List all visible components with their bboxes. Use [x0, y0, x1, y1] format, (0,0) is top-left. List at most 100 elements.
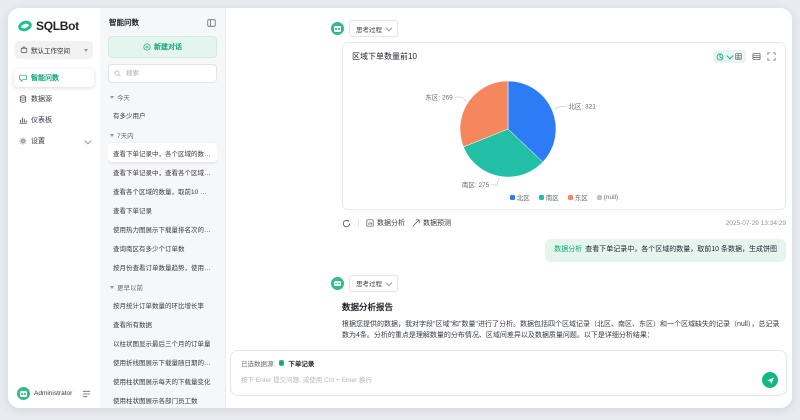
chat-history-item[interactable]: 有多少用户 [108, 105, 217, 124]
table-view-icon[interactable] [734, 52, 743, 61]
fullscreen-icon[interactable] [767, 52, 776, 61]
chat-history-item[interactable]: 查看下单记录中，各个区域的数量… [108, 143, 217, 162]
sidebar-item-label: 设置 [31, 138, 45, 145]
user-avatar [17, 387, 30, 400]
datasource-icon [278, 359, 285, 367]
caret-down-icon [84, 48, 88, 52]
main-chat-area: 思考过程 区域下单数量前10 北区: 321 南区: 275 东区: 269 北… [226, 8, 792, 408]
legend-item[interactable]: 东区 [567, 192, 588, 202]
assistant-avatar [331, 22, 344, 35]
datasource-name: 下单记录 [288, 361, 315, 368]
data-predict-button[interactable]: 数据预测 [412, 218, 451, 228]
chat-history-item[interactable]: 使用柱状图展示各部门员工数 [108, 390, 217, 408]
report-paragraph: 根据您提供的数据，我对字段"区域"和"数量"进行了分析。数据包括四个区域记录（北… [342, 320, 780, 340]
chevron-down-icon [726, 52, 733, 59]
sidebar-item-label: 仪表板 [31, 117, 52, 124]
message-mode-tag: 数据分析 [554, 246, 583, 253]
chevron-down-icon [84, 137, 91, 144]
chart-actions-bar: 数据分析 数据预测 2025-07-29 13:34:29 [342, 218, 786, 228]
caret-down-icon [110, 133, 114, 137]
predict-icon [412, 219, 420, 227]
chart-type-selector[interactable] [712, 50, 746, 63]
svg-text:东区: 269: 东区: 269 [425, 92, 453, 101]
new-chat-button[interactable]: 新建对话 [108, 36, 217, 58]
sidebar-item-2[interactable]: 仪表板 [14, 111, 94, 129]
thinking-process-toggle[interactable]: 思考过程 [349, 20, 398, 37]
chat-history-item[interactable]: 按月统计订单数量的环比增长率 [108, 295, 217, 314]
app-title: SQLBot [36, 19, 79, 33]
sidebar-item-1[interactable]: 数据源 [14, 90, 94, 108]
chat-history-item[interactable]: 查看所有数据 [108, 314, 217, 333]
chat-history-item[interactable]: 按月份查看订单数量趋势，使用折… [108, 257, 217, 276]
new-chat-label: 新建对话 [154, 44, 182, 51]
dashboard-icon [19, 116, 27, 124]
plus-circle-icon [143, 43, 151, 51]
analysis-report: 数据分析报告 根据您提供的数据，我对字段"区域"和"数量"进行了分析。数据包括四… [342, 301, 786, 343]
sidebar-item-0[interactable]: 智能问数 [14, 69, 94, 87]
analyze-icon [366, 219, 374, 227]
search-box[interactable] [108, 64, 217, 83]
user-message-bubble: 数据分析 查看下单记录中，各个区域的数量，取前10 条数据，生成饼图 [545, 239, 786, 262]
svg-text:南区: 275: 南区: 275 [462, 180, 490, 189]
thinking-process-toggle[interactable]: 思考过程 [349, 274, 398, 292]
chat-group-header-1[interactable]: 7天内 [108, 124, 217, 143]
chat-history-item[interactable]: 使用柱状图展示每天的下载量变化 [108, 371, 217, 390]
collapse-panel-icon[interactable] [207, 18, 216, 27]
conversation-thread: 思考过程 区域下单数量前10 北区: 321 南区: 275 东区: 269 北… [331, 20, 786, 342]
sidebar-item-3[interactable]: 设置 [14, 132, 94, 150]
legend-item[interactable]: 南区 [538, 192, 559, 202]
chat-history-item[interactable]: 使用折线图展示下载量随日期的变… [108, 352, 217, 371]
search-input[interactable] [124, 69, 211, 78]
user-message-row: 数据分析 查看下单记录中，各个区域的数量，取前10 条数据，生成饼图 [331, 239, 786, 262]
user-menu[interactable]: Administrator [8, 381, 100, 402]
send-button[interactable] [762, 372, 778, 388]
sidebar-nav: 智能问数数据源仪表板设置 [8, 69, 100, 150]
chart-title: 区域下单数量前10 [352, 52, 417, 61]
chevron-down-icon [385, 279, 393, 286]
legend-item[interactable]: 北区 [509, 192, 530, 202]
chat-group-header-0[interactable]: 今天 [108, 86, 217, 105]
app-logo: SQLBot [8, 16, 100, 41]
pie-chart-icon [716, 53, 724, 61]
search-icon [114, 70, 121, 77]
assistant-avatar [331, 276, 344, 290]
svg-text:北区: 321: 北区: 321 [568, 103, 596, 111]
workspace-label: 默认工作空间 [31, 48, 70, 55]
refresh-button[interactable] [342, 219, 351, 228]
sqlbot-logo-icon [18, 20, 32, 32]
pie-chart: 北区: 321 南区: 275 东区: 269 [425, 80, 596, 189]
chat-history-list: 今天 有多少用户 7天内 查看下单记录中，各个区域的数量… 查看下单记录中，查看各个区域… [108, 86, 217, 408]
chart-legend: 北区 南区 东区 (null) [343, 191, 785, 209]
export-icon[interactable] [752, 52, 761, 61]
chat-history-panel: 智能问数 新建对话 今天有多少用户7天内查看下单记录中，各个区域的数量…查看下单… [100, 8, 226, 408]
workspace-icon [20, 46, 28, 54]
chat-history-item[interactable]: 查看各个区域的数量，取前10 条数… [108, 181, 217, 200]
chat-group-header-2[interactable]: 更早以前 [108, 276, 217, 295]
panel-title: 智能问数 [109, 18, 139, 27]
legend-item[interactable]: (null) [596, 194, 618, 201]
chat-input[interactable]: 按下 Enter 提交问题, 或使用 Ctrl + Enter 换行 [241, 374, 776, 384]
sidebar-item-label: 智能问数 [31, 75, 59, 82]
chat-icon [19, 74, 27, 82]
user-message-text: 查看下单记录中，各个区域的数量，取前10 条数据，生成饼图 [585, 246, 777, 253]
logout-icon[interactable] [82, 390, 91, 398]
app-window: SQLBot 默认工作空间 智能问数数据源仪表板设置 Administrator… [8, 8, 792, 408]
chat-history-item[interactable]: 以柱状图显示最后三个月的订单量 [108, 333, 217, 352]
sidebar-item-label: 数据源 [31, 96, 52, 103]
datasource-label: 已选数据源: [241, 361, 276, 368]
chat-history-item[interactable]: 查看下单记录 [108, 200, 217, 219]
ai-message-header: 思考过程 [331, 20, 786, 37]
ai-message-2: 思考过程 数据分析报告 根据您提供的数据，我对字段"区域"和"数量"进行了分析。… [331, 274, 786, 343]
chat-history-item[interactable]: 查看下单记录中，查看各个区域的… [108, 162, 217, 181]
chat-input-box[interactable]: 已选数据源: 下单记录 按下 Enter 提交问题, 或使用 Ctrl + En… [230, 350, 787, 396]
divider [358, 219, 359, 227]
workspace-selector[interactable]: 默认工作空间 [15, 41, 93, 59]
data-analyze-button[interactable]: 数据分析 [366, 218, 405, 228]
chevron-down-icon [385, 24, 393, 31]
chart-card: 区域下单数量前10 北区: 321 南区: 275 东区: 269 北区 南区 … [342, 42, 786, 210]
caret-down-icon [110, 285, 114, 289]
message-timestamp: 2025-07-29 13:34:29 [725, 219, 786, 227]
sidebar: SQLBot 默认工作空间 智能问数数据源仪表板设置 Administrator [8, 8, 100, 408]
chat-history-item[interactable]: 查询南区有多少个订单数 [108, 238, 217, 257]
chat-history-item[interactable]: 使用热力图展示下载量排名次的日… [108, 219, 217, 238]
